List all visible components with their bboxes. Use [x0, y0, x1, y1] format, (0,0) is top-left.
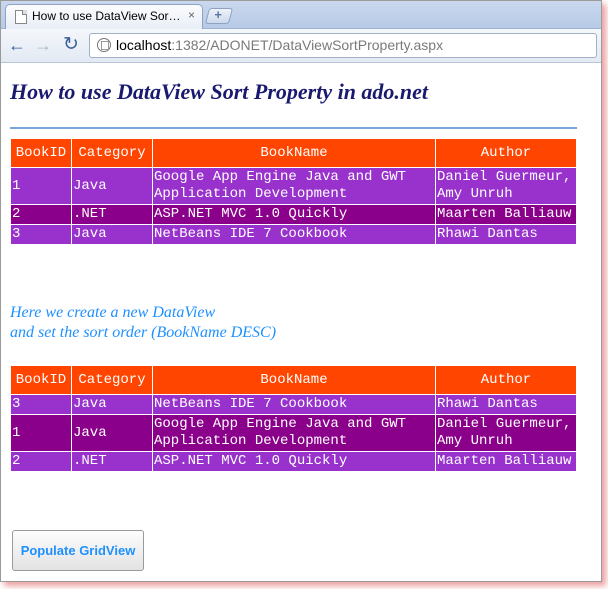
cell-author: Maarten Balliauw: [435, 204, 577, 225]
cell-category: Java: [71, 224, 153, 245]
header-row: BookID Category BookName Author: [10, 365, 577, 395]
cell-author: Daniel Guermeur, Amy Unruh: [435, 414, 577, 452]
cell-bookname: Google App Engine Java and GWT Applicati…: [152, 167, 436, 205]
header-category: Category: [71, 365, 153, 395]
browser-tab[interactable]: How to use DataView Sor… ×: [5, 4, 203, 29]
grid-view-sorted: BookID Category BookName Author 3 Java N…: [10, 365, 577, 472]
address-bar[interactable]: localhost:1382/ADONET/DataViewSortProper…: [89, 33, 597, 58]
cell-category: Java: [71, 167, 153, 205]
header-row: BookID Category BookName Author: [10, 138, 577, 168]
header-bookid: BookID: [10, 138, 72, 168]
tab-strip: How to use DataView Sor… × +: [1, 1, 601, 29]
url-text: localhost:1382/ADONET/DataViewSortProper…: [116, 37, 443, 53]
cell-bookid: 2: [10, 204, 72, 225]
table-row: 1 Java Google App Engine Java and GWT Ap…: [10, 414, 577, 452]
cell-bookid: 3: [10, 224, 72, 245]
table-row: 2 .NET ASP.NET MVC 1.0 Quickly Maarten B…: [10, 451, 577, 472]
note-line-1: Here we create a new DataView: [10, 304, 216, 321]
grid-view-original: BookID Category BookName Author 1 Java G…: [10, 138, 577, 245]
cell-author: Rhawi Dantas: [435, 224, 577, 245]
populate-gridview-button[interactable]: Populate GridView: [12, 530, 144, 571]
tab-title: How to use DataView Sor…: [32, 9, 180, 23]
cell-bookname: ASP.NET MVC 1.0 Quickly: [152, 204, 436, 225]
note-line-2: and set the sort order (BookName DESC): [10, 324, 277, 341]
cell-bookid: 2: [10, 451, 72, 472]
sort-description: Here we create a new DataView and set th…: [10, 303, 276, 343]
cell-bookname: ASP.NET MVC 1.0 Quickly: [152, 451, 436, 472]
cell-bookid: 1: [10, 414, 72, 452]
new-tab-button[interactable]: +: [204, 7, 234, 24]
cell-category: Java: [71, 394, 153, 415]
page-favicon-icon: [15, 10, 27, 24]
cell-author: Daniel Guermeur, Amy Unruh: [435, 167, 577, 205]
table-row: 3 Java NetBeans IDE 7 Cookbook Rhawi Dan…: [10, 224, 577, 245]
cell-author: Maarten Balliauw: [435, 451, 577, 472]
table-row: 2 .NET ASP.NET MVC 1.0 Quickly Maarten B…: [10, 204, 577, 225]
cell-bookname: NetBeans IDE 7 Cookbook: [152, 224, 436, 245]
plus-icon: +: [214, 7, 222, 22]
header-category: Category: [71, 138, 153, 168]
tab-close-icon[interactable]: ×: [188, 8, 195, 22]
url-path: :1382/ADONET/DataViewSortProperty.aspx: [171, 37, 444, 53]
cell-author: Rhawi Dantas: [435, 394, 577, 415]
cell-category: .NET: [71, 204, 153, 225]
page-title: How to use DataView Sort Property in ado…: [10, 79, 429, 104]
cell-bookname: Google App Engine Java and GWT Applicati…: [152, 414, 436, 452]
horizontal-rule: [10, 127, 577, 129]
browser-window: How to use DataView Sor… × + ← → ↻ local…: [0, 0, 602, 582]
header-author: Author: [435, 365, 577, 395]
reload-icon[interactable]: ↻: [61, 35, 81, 55]
header-bookname: BookName: [152, 365, 436, 395]
forward-arrow-icon[interactable]: →: [33, 35, 53, 55]
cell-bookid: 3: [10, 394, 72, 415]
cell-bookid: 1: [10, 167, 72, 205]
back-arrow-icon[interactable]: ←: [7, 35, 27, 55]
header-bookname: BookName: [152, 138, 436, 168]
page-content: How to use DataView Sort Property in ado…: [1, 63, 601, 581]
url-host: localhost: [116, 37, 172, 53]
cell-category: .NET: [71, 451, 153, 472]
header-bookid: BookID: [10, 365, 72, 395]
header-author: Author: [435, 138, 577, 168]
cell-category: Java: [71, 414, 153, 452]
browser-toolbar: ← → ↻ localhost:1382/ADONET/DataViewSort…: [1, 29, 601, 63]
table-row: 1 Java Google App Engine Java and GWT Ap…: [10, 167, 577, 205]
page-icon: [97, 38, 111, 52]
cell-bookname: NetBeans IDE 7 Cookbook: [152, 394, 436, 415]
table-row: 3 Java NetBeans IDE 7 Cookbook Rhawi Dan…: [10, 394, 577, 415]
